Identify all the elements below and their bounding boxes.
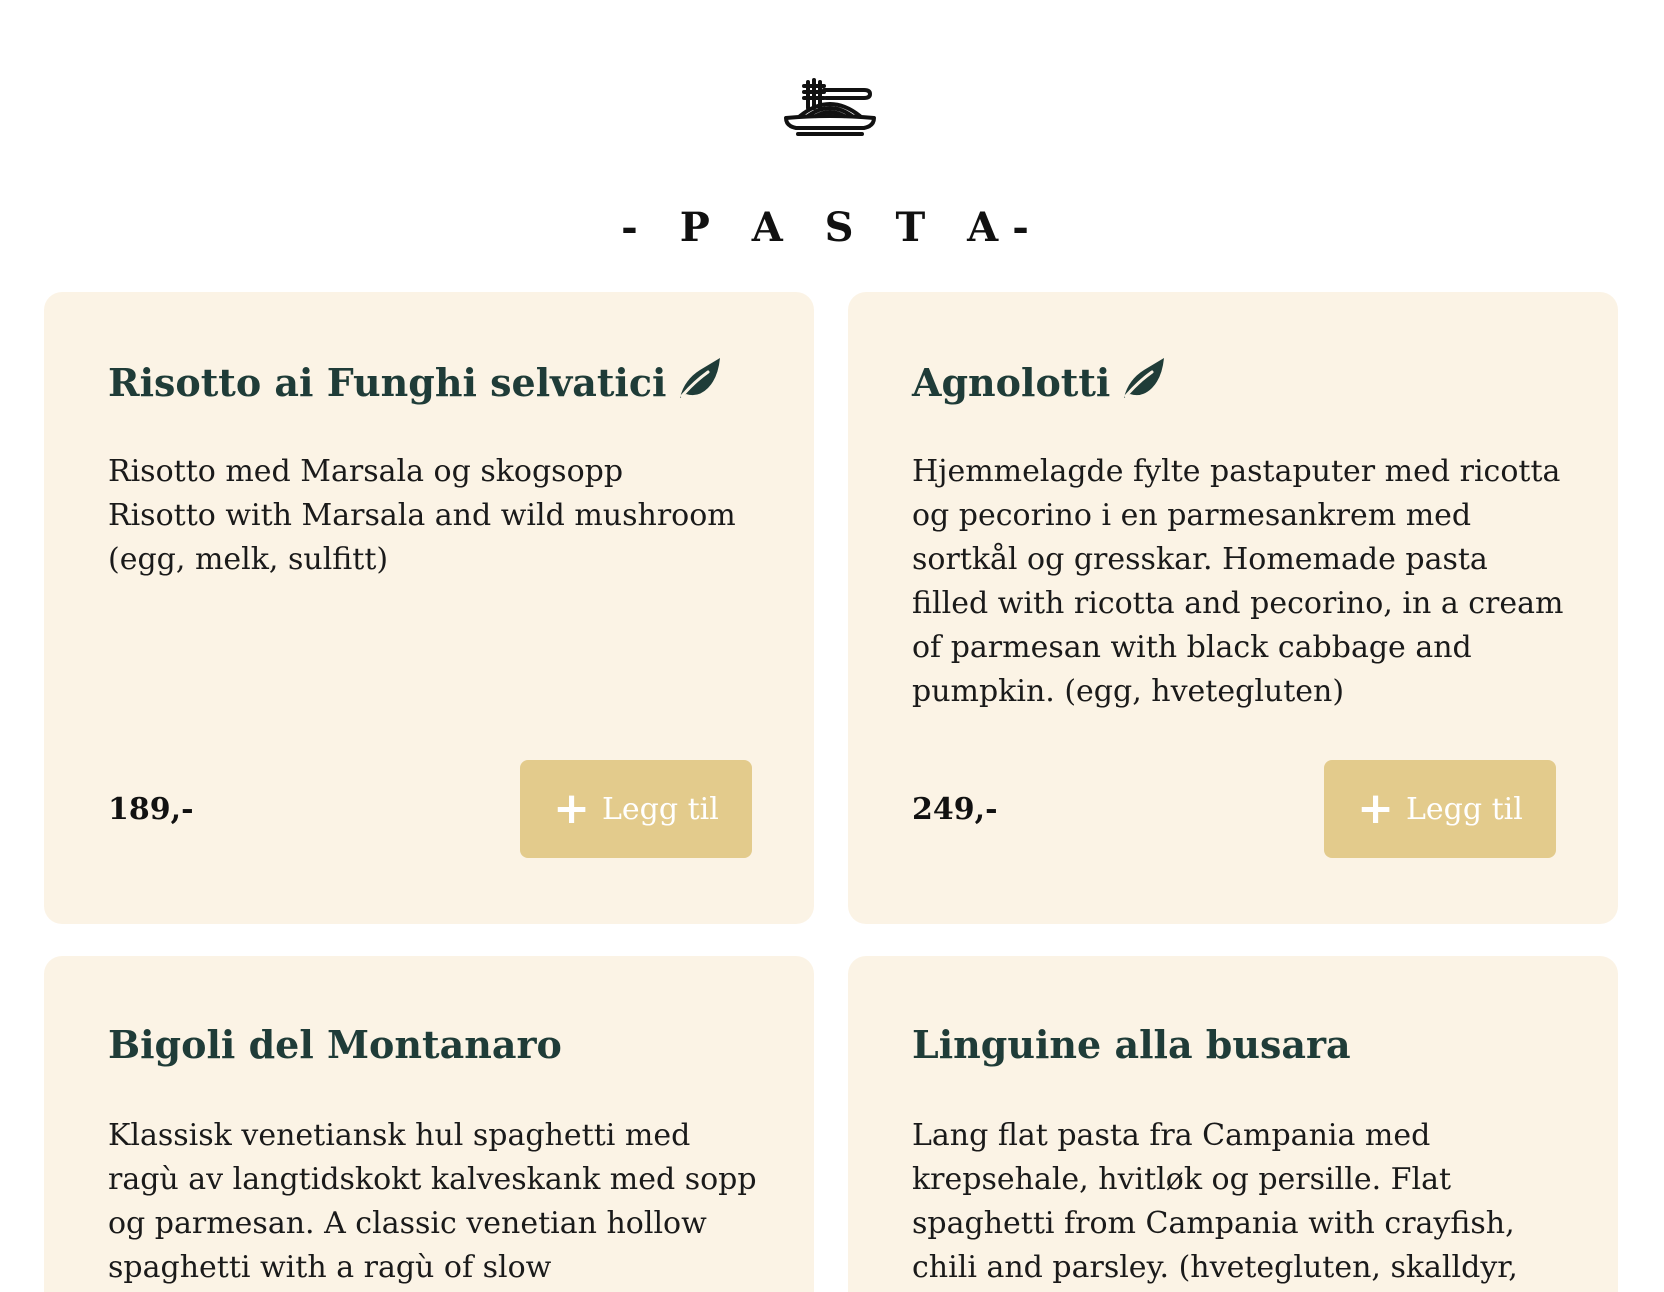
pasta-plate-icon [780,76,880,146]
dish-title: Agnolotti [912,356,1166,408]
add-button-label: Legg til [602,791,719,827]
add-button-label: Legg til [1406,791,1523,827]
dish-title: Bigoli del Montanaro [108,1020,562,1070]
dish-name: Agnolotti [912,360,1111,405]
add-to-order-button[interactable]: + Legg til [520,760,752,858]
dish-title: Risotto ai Funghi selvatici [108,356,722,408]
section-title: - P A S T A- [621,204,1043,251]
leaf-icon [680,358,721,398]
leaf-icon [1124,358,1165,398]
dish-name: Bigoli del Montanaro [108,1022,562,1067]
dish-price: 249,- [912,792,998,827]
dish-card: Risotto ai Funghi selvatici Risotto med … [44,292,814,924]
dish-description: Lang flat pasta fra Campania med krepseh… [912,1118,1518,1285]
plus-icon: + [1357,783,1394,834]
add-to-order-button[interactable]: + Legg til [1324,760,1556,858]
description-line: Risotto med Marsala og skogsopp [108,454,624,489]
dish-name: Linguine alla busara [912,1022,1351,1067]
dish-card: Linguine alla busara Lang flat pasta fra… [848,956,1618,1292]
dish-description: Risotto med Marsala og skogsopp Risotto … [108,450,768,582]
description-line: (egg, melk, sulfitt) [108,542,389,577]
dish-description: Klassisk venetiansk hul spaghetti med ra… [108,1118,757,1285]
dish-price: 189,- [108,792,194,827]
plus-icon: + [553,783,590,834]
description-line: Risotto with Marsala and wild mushroom [108,498,736,533]
dish-card: Agnolotti Hjemmelagde fylte pastaputer m… [848,292,1618,924]
dish-description: Hjemmelagde fylte pastaputer med ricotta… [912,454,1564,709]
dish-card: Bigoli del Montanaro Klassisk venetiansk… [44,956,814,1292]
dish-title: Linguine alla busara [912,1020,1351,1070]
dish-name: Risotto ai Funghi selvatici [108,360,667,405]
